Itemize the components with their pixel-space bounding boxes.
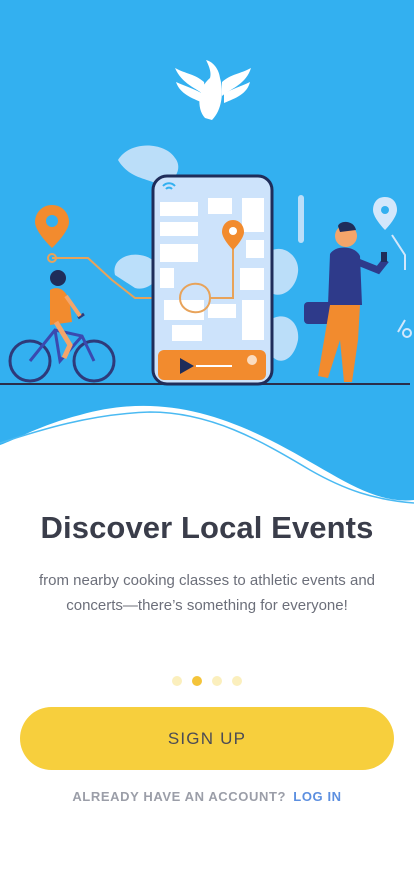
login-row: ALREADY HAVE AN ACCOUNT? LOG IN (0, 789, 414, 804)
log-in-link[interactable]: LOG IN (293, 789, 341, 804)
sign-up-button[interactable]: SIGN UP (20, 707, 394, 770)
page-indicator (0, 676, 414, 688)
page-dot-2-active[interactable] (192, 676, 202, 686)
hero-illustration (0, 0, 414, 520)
page-subtitle: from nearby cooking classes to athletic … (38, 572, 375, 614)
page-dot-1[interactable] (172, 676, 182, 686)
login-prompt: ALREADY HAVE AN ACCOUNT? (72, 789, 287, 804)
page-dot-4[interactable] (232, 676, 242, 686)
page-title: Discover Local Events (40, 510, 374, 545)
page-dot-3[interactable] (212, 676, 222, 686)
phone-illustration (151, 174, 274, 386)
